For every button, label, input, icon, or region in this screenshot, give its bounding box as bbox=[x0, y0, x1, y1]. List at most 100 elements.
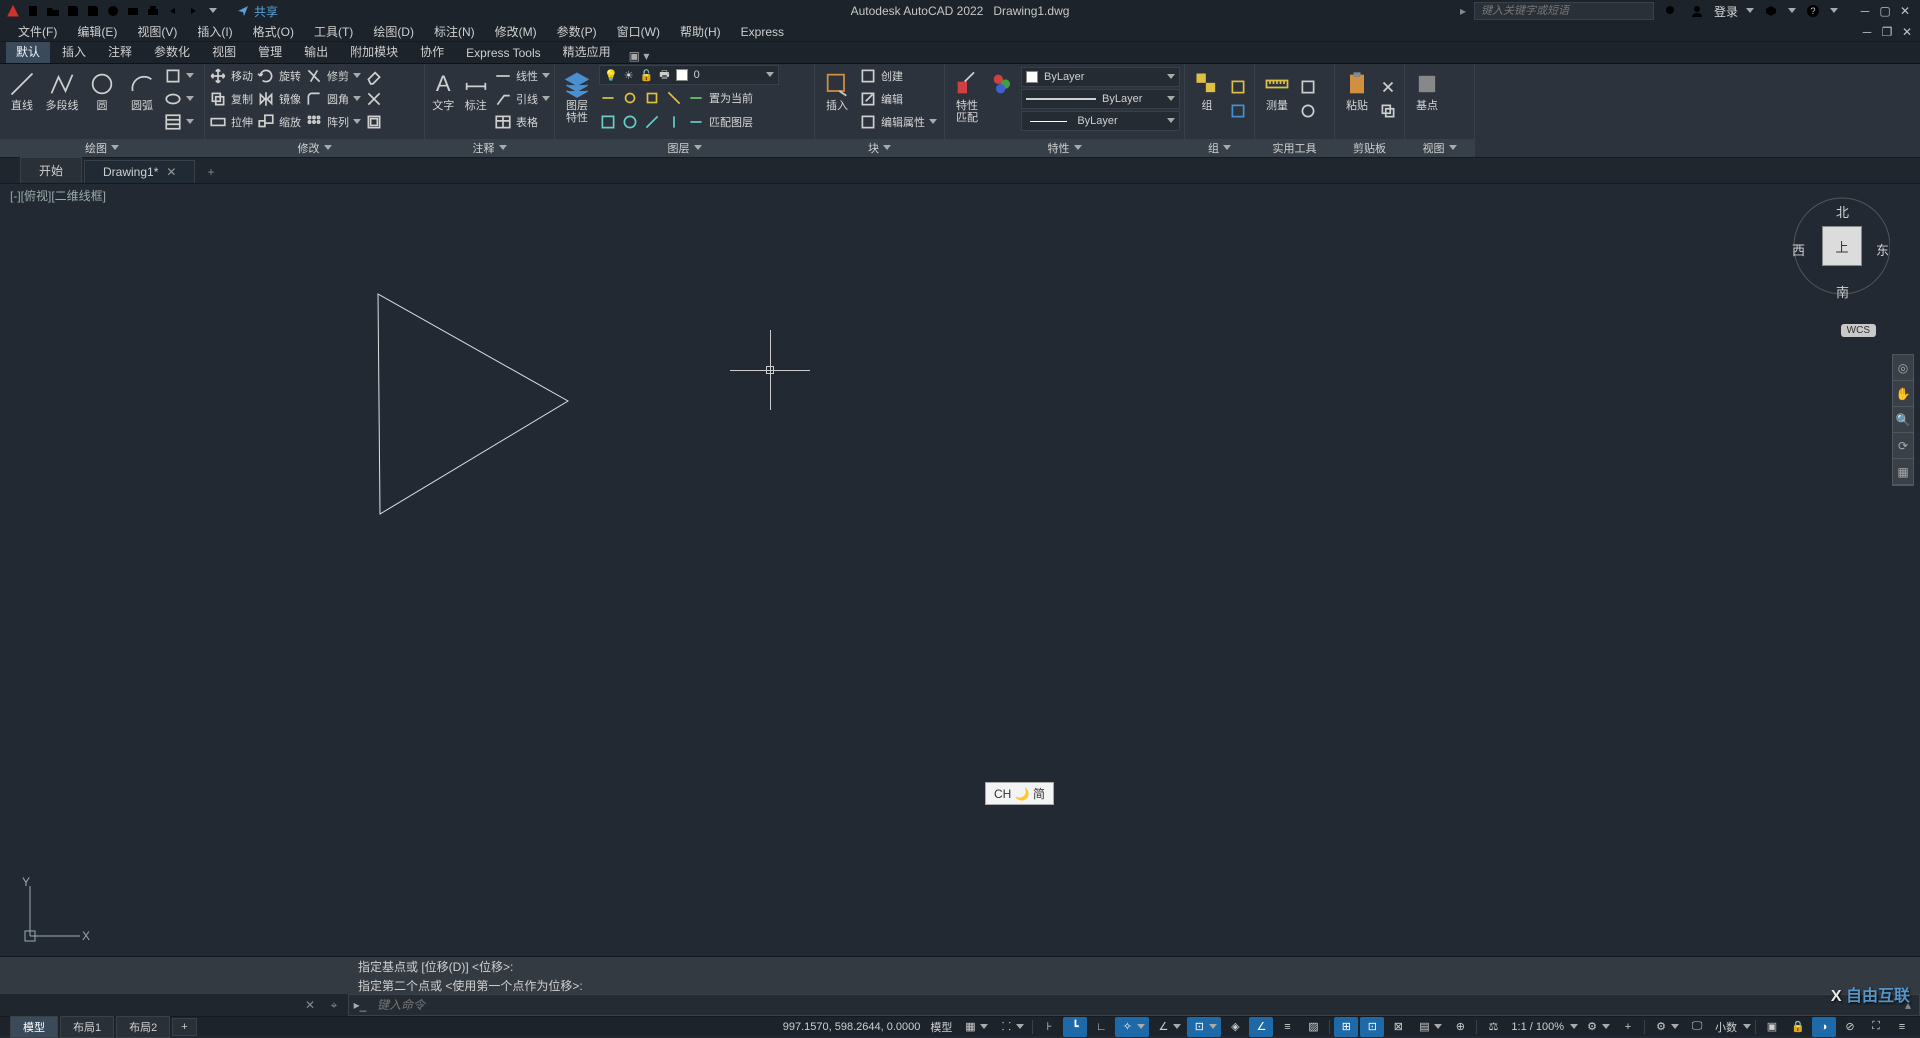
layer-tool5[interactable] bbox=[599, 111, 617, 133]
scale-button[interactable]: 缩放 bbox=[257, 111, 301, 132]
filetab-start[interactable]: 开始 bbox=[20, 157, 82, 183]
user-icon[interactable] bbox=[1688, 2, 1706, 20]
table-button[interactable]: 表格 bbox=[494, 111, 550, 132]
insert-block-button[interactable]: 插入 bbox=[819, 66, 855, 112]
nav-fullnav-icon[interactable]: ◎ bbox=[1893, 355, 1913, 381]
web-icon[interactable] bbox=[104, 2, 122, 20]
menu-tools[interactable]: 工具(T) bbox=[306, 21, 361, 42]
doc-minimize-icon[interactable]: ─ bbox=[1858, 25, 1876, 39]
block-edit-button[interactable]: 编辑 bbox=[859, 89, 937, 110]
layer-tool7[interactable] bbox=[643, 111, 661, 133]
match-layer-button[interactable]: 匹配图层 bbox=[687, 111, 753, 133]
panel-annotation-title[interactable]: 注释 bbox=[425, 139, 554, 157]
explode-button[interactable] bbox=[365, 89, 383, 110]
doc-restore-icon[interactable]: ❐ bbox=[1878, 25, 1896, 39]
status-coords[interactable]: 997.1570, 598.2644, 0.0000 bbox=[779, 1019, 925, 1035]
status-workspace-icon[interactable]: ⚙ bbox=[1649, 1017, 1683, 1037]
command-input[interactable] bbox=[371, 998, 1897, 1012]
lineweight-dropdown[interactable]: ByLayer bbox=[1021, 89, 1180, 109]
viewcube-north[interactable]: 北 bbox=[1836, 202, 1849, 221]
close-tab-icon[interactable]: ✕ bbox=[166, 165, 176, 179]
redo-icon[interactable] bbox=[184, 2, 202, 20]
ribtab-addins[interactable]: 附加模块 bbox=[340, 40, 408, 63]
dimension-button[interactable]: 标注 bbox=[462, 66, 491, 112]
layer-tool1[interactable] bbox=[599, 87, 617, 109]
props-palette-button[interactable] bbox=[989, 66, 1017, 98]
add-tab-button[interactable]: + bbox=[197, 161, 224, 183]
status-scale-dropdown-icon[interactable] bbox=[1570, 1023, 1578, 1031]
undo-icon[interactable] bbox=[164, 2, 182, 20]
status-ortho-icon[interactable]: ∟ bbox=[1089, 1017, 1113, 1037]
app-logo-icon[interactable] bbox=[4, 2, 22, 20]
rect-button[interactable] bbox=[164, 66, 194, 87]
ribtab-featured[interactable]: 精选应用 bbox=[553, 40, 621, 63]
layer-tool2[interactable] bbox=[621, 87, 639, 109]
line-button[interactable]: 直线 bbox=[4, 66, 40, 112]
nav-pan-icon[interactable]: ✋ bbox=[1893, 381, 1913, 407]
trim-button[interactable]: 修剪 bbox=[305, 66, 361, 87]
measure-button[interactable]: 测量 bbox=[1259, 66, 1295, 112]
panel-draw-title[interactable]: 绘图 bbox=[0, 139, 204, 157]
mirror-button[interactable]: 镜像 bbox=[257, 89, 301, 110]
status-cleanscreen-icon[interactable]: ⛶ bbox=[1864, 1017, 1888, 1037]
polyline-button[interactable]: 多段线 bbox=[44, 66, 80, 112]
util-tool2[interactable] bbox=[1299, 100, 1317, 122]
search-input[interactable] bbox=[1474, 2, 1654, 20]
viewcube-south[interactable]: 南 bbox=[1836, 282, 1849, 301]
login-label[interactable]: 登录 bbox=[1714, 3, 1738, 20]
menu-view[interactable]: 视图(V) bbox=[129, 21, 185, 42]
offset-button[interactable] bbox=[365, 111, 383, 132]
layout-2[interactable]: 布局2 bbox=[116, 1016, 170, 1038]
nav-showmotion-icon[interactable]: ▦ bbox=[1893, 459, 1913, 485]
layer-tool6[interactable] bbox=[621, 111, 639, 133]
ribtab-output[interactable]: 输出 bbox=[294, 40, 338, 63]
status-isolate-icon[interactable]: ◑ bbox=[1812, 1017, 1836, 1037]
layer-tool4[interactable] bbox=[665, 87, 683, 109]
menu-file[interactable]: 文件(F) bbox=[10, 21, 65, 42]
group-tool2[interactable] bbox=[1229, 100, 1247, 122]
panel-base-title[interactable]: 视图 bbox=[1405, 139, 1474, 157]
erase-button[interactable] bbox=[365, 66, 383, 87]
add-layout-button[interactable]: + bbox=[172, 1018, 196, 1036]
filetab-drawing1[interactable]: Drawing1*✕ bbox=[84, 160, 195, 183]
status-sel-filter-icon[interactable]: ▤ bbox=[1412, 1017, 1446, 1037]
circle-button[interactable]: 圆 bbox=[84, 66, 120, 112]
close-icon[interactable]: ✕ bbox=[1896, 4, 1914, 18]
hatch-button[interactable] bbox=[164, 111, 194, 132]
status-monitor-icon[interactable]: 🖵 bbox=[1685, 1017, 1709, 1037]
viewcube-east[interactable]: 东 bbox=[1876, 240, 1889, 259]
color-dropdown[interactable]: ByLayer bbox=[1021, 67, 1180, 87]
layout-1[interactable]: 布局1 bbox=[60, 1016, 114, 1038]
linear-dim-button[interactable]: 线性 bbox=[494, 66, 550, 87]
menu-format[interactable]: 格式(O) bbox=[245, 21, 302, 42]
status-polar-icon[interactable]: ✧ bbox=[1115, 1017, 1149, 1037]
nav-zoom-icon[interactable]: 🔍 bbox=[1893, 407, 1913, 433]
status-customize-icon[interactable]: ≡ bbox=[1890, 1017, 1914, 1037]
help-icon[interactable]: ? bbox=[1804, 2, 1822, 20]
doc-close-icon[interactable]: ✕ bbox=[1898, 25, 1916, 39]
qat-dropdown-icon[interactable] bbox=[204, 2, 222, 20]
ribtab-insert[interactable]: 插入 bbox=[52, 40, 96, 63]
menu-dimension[interactable]: 标注(N) bbox=[426, 21, 483, 42]
plot-icon[interactable] bbox=[124, 2, 142, 20]
maximize-icon[interactable]: ▢ bbox=[1876, 4, 1894, 18]
menu-edit[interactable]: 编辑(E) bbox=[69, 21, 125, 42]
status-ucs-icon[interactable]: ⊡ bbox=[1360, 1017, 1384, 1037]
menu-insert[interactable]: 插入(I) bbox=[189, 21, 240, 42]
fillet-button[interactable]: 圆角 bbox=[305, 89, 361, 110]
status-units[interactable]: 小数 bbox=[1711, 1017, 1741, 1037]
ribtab-annotate[interactable]: 注释 bbox=[98, 40, 142, 63]
ribtab-collab[interactable]: 协作 bbox=[410, 40, 454, 63]
copy-clip-button[interactable] bbox=[1379, 100, 1397, 122]
cut-button[interactable] bbox=[1379, 76, 1397, 98]
util-tool1[interactable] bbox=[1299, 76, 1317, 98]
status-plus-icon[interactable]: + bbox=[1616, 1017, 1640, 1037]
ribtab-parametric[interactable]: 参数化 bbox=[144, 40, 200, 63]
paste-button[interactable]: 粘贴 bbox=[1339, 66, 1375, 112]
status-scale[interactable]: 1:1 / 100% bbox=[1507, 1019, 1568, 1035]
save-icon[interactable] bbox=[64, 2, 82, 20]
viewcube-top[interactable]: 上 bbox=[1822, 226, 1862, 266]
ribtab-view[interactable]: 视图 bbox=[202, 40, 246, 63]
stretch-button[interactable]: 拉伸 bbox=[209, 111, 253, 132]
new-icon[interactable] bbox=[24, 2, 42, 20]
